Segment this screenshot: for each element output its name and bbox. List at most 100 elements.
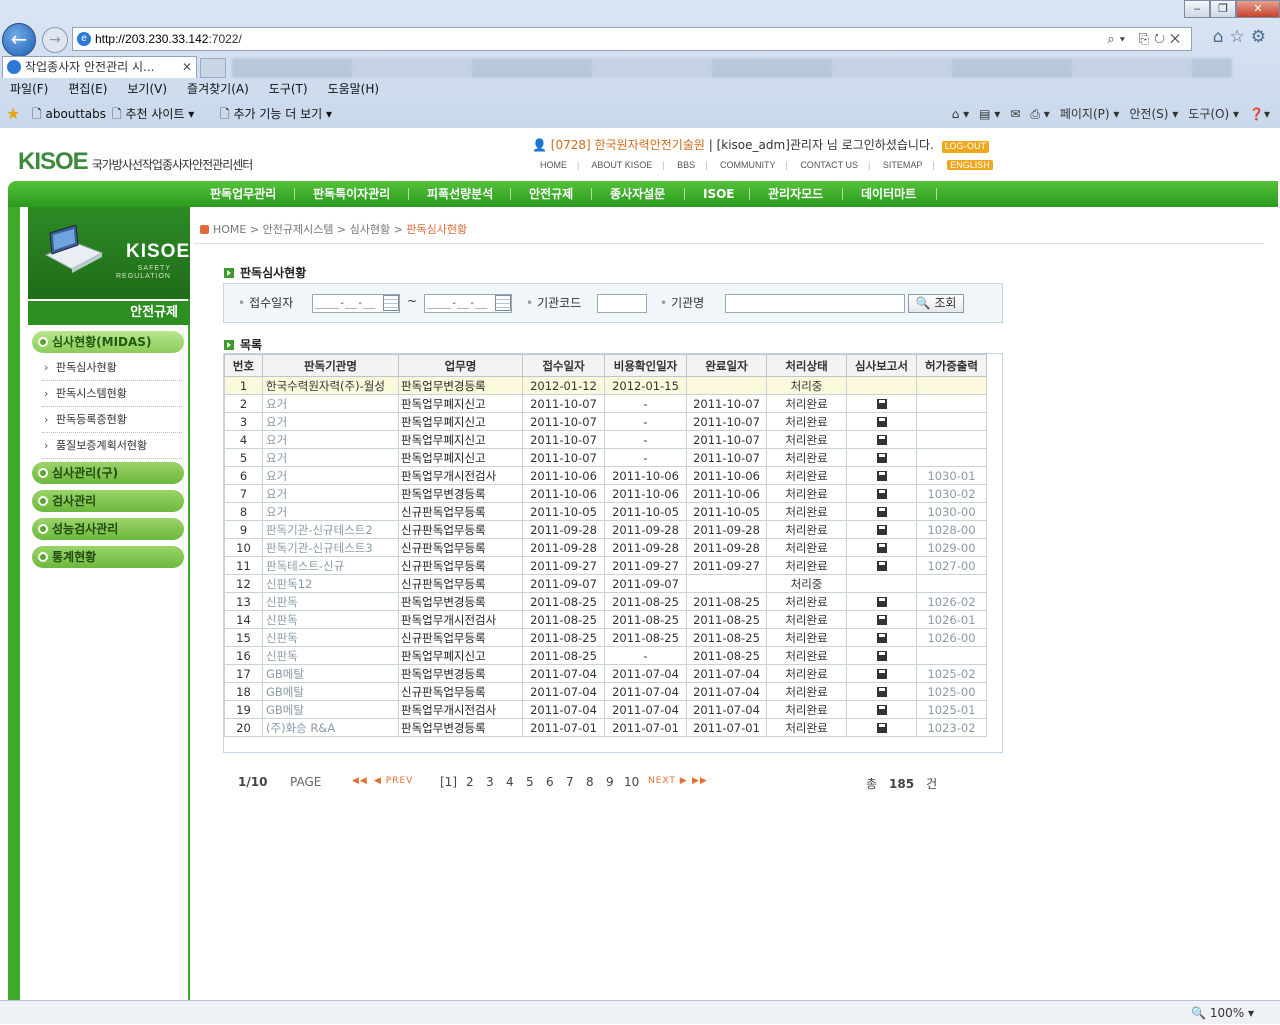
gnav-admin-mode[interactable]: 관리자모드 <box>768 181 823 207</box>
gnav-datamart[interactable]: 데이터마트 <box>861 181 916 207</box>
bc-system[interactable]: 안전규제시스템 <box>263 223 334 236</box>
table-row[interactable]: 17 GB메탈 판독업무변경등록 2011-07-04 2011-07-04 2011-0… <box>224 664 987 683</box>
page-link[interactable]: 6 <box>546 775 554 789</box>
cmd-safety[interactable]: 안전(S) ▾ <box>1129 100 1178 128</box>
cell-org[interactable]: 신판독 <box>262 628 399 647</box>
gnav-reading-special[interactable]: 판독특이자관리 <box>313 181 390 207</box>
cell-org[interactable]: GB메탈 <box>262 682 399 701</box>
cell-org[interactable]: 판독기관-신규테스트3 <box>262 538 399 557</box>
table-row[interactable]: 19 GB메탈 판독업무개시전검사 2011-07-04 2011-07-04 2011-… <box>224 700 987 719</box>
cell-org[interactable]: 신판독 <box>262 592 399 611</box>
save-report-icon[interactable] <box>876 632 887 643</box>
logout-button[interactable]: LOG-OUT <box>941 141 990 153</box>
save-report-icon[interactable] <box>876 470 887 481</box>
cell-permit[interactable]: 1023-02 <box>916 718 987 737</box>
page-link[interactable]: 4 <box>506 775 514 789</box>
cell-report[interactable] <box>846 430 917 449</box>
cell-org[interactable]: 신판독 <box>262 646 399 665</box>
link-sitemap[interactable]: SITEMAP <box>883 160 923 170</box>
save-report-icon[interactable] <box>876 560 887 571</box>
cell-org[interactable]: 요거 <box>262 502 399 521</box>
cell-report[interactable] <box>846 502 917 521</box>
lmenu-statistics[interactable]: 통계현황 <box>32 546 184 568</box>
cell-permit[interactable]: 1027-00 <box>916 556 987 575</box>
save-report-icon[interactable] <box>876 668 887 679</box>
table-row[interactable]: 8 요거 신규판독업무등록 2011-10-05 2011-10-05 2011-10-0… <box>224 502 987 521</box>
maximize-icon[interactable]: ❐ <box>1210 0 1236 18</box>
save-report-icon[interactable] <box>876 506 887 517</box>
cmd-page[interactable]: 페이지(P) ▾ <box>1060 100 1120 128</box>
cell-permit[interactable]: 1026-01 <box>916 610 987 629</box>
cell-org[interactable]: 판독테스트-신규 <box>262 556 399 575</box>
cell-report[interactable] <box>846 394 917 413</box>
cell-report[interactable] <box>846 610 917 629</box>
fav-suggested[interactable]: 🗋 추천 사이트 ▾ <box>112 100 194 128</box>
table-row[interactable]: 1 한국수력원자력(주)-월성 판독업무변경등록 2012-01-12 2012-01-… <box>224 376 987 395</box>
menu-favorites[interactable]: 즐겨찾기(A) <box>187 78 249 100</box>
cell-report[interactable] <box>846 466 917 485</box>
table-row[interactable]: 13 신판독 판독업무변경등록 2011-08-25 2011-08-25 2011-08… <box>224 592 987 611</box>
page-link[interactable]: 10 <box>624 775 639 789</box>
link-bbs[interactable]: BBS <box>677 160 695 170</box>
print-icon[interactable]: ⎙ ▾ <box>1030 100 1049 128</box>
cell-report[interactable] <box>846 646 917 665</box>
menu-file[interactable]: 파일(F) <box>10 78 48 100</box>
cell-report[interactable] <box>846 718 917 737</box>
menu-help[interactable]: 도움말(H) <box>328 78 380 100</box>
page-link[interactable]: 7 <box>566 775 574 789</box>
table-row[interactable]: 4 요거 판독업무폐지신고 2011-10-07-2011-10-07 처리완료 <box>224 430 987 449</box>
cell-report[interactable] <box>846 412 917 431</box>
save-report-icon[interactable] <box>876 452 887 463</box>
bc-home[interactable]: HOME <box>213 223 246 236</box>
other-tabs[interactable] <box>232 58 1232 78</box>
back-icon[interactable]: ← <box>2 23 36 57</box>
table-row[interactable]: 20 (주)화승 R&A 판독업무변경등록 2011-07-01 2011-07-01 2… <box>224 718 987 737</box>
link-contact[interactable]: CONTACT US <box>800 160 858 170</box>
fav-addons[interactable]: 🗋 추가 기능 더 보기 ▾ <box>220 100 332 128</box>
page-link[interactable]: 8 <box>586 775 594 789</box>
lsub-reading-cert[interactable]: › 판독등록증현황 <box>42 407 182 433</box>
calendar-icon[interactable] <box>383 295 399 311</box>
cell-org[interactable]: 신판독12 <box>262 574 399 593</box>
save-report-icon[interactable] <box>876 524 887 535</box>
link-about[interactable]: ABOUT KISOE <box>591 160 652 170</box>
address-bar[interactable]: e http://203.230.33.142:7022/ ⌕▾ ⎘↻✕ <box>72 27 1192 51</box>
cell-org[interactable]: 요거 <box>262 394 399 413</box>
lmenu-review-old[interactable]: 심사관리(구) <box>32 462 184 484</box>
table-row[interactable]: 9 판독기관-신규테스트2 신규판독업무등록 2011-09-28 2011-09-28… <box>224 520 987 539</box>
save-report-icon[interactable] <box>876 704 887 715</box>
save-report-icon[interactable] <box>876 686 887 697</box>
link-community[interactable]: COMMUNITY <box>720 160 776 170</box>
gnav-dose-analysis[interactable]: 피폭선량분석 <box>427 181 493 207</box>
cell-permit[interactable]: 1026-00 <box>916 628 987 647</box>
cell-permit[interactable]: 1025-00 <box>916 682 987 701</box>
org-name-input[interactable] <box>725 294 905 313</box>
table-row[interactable]: 15 신판독 신규판독업무등록 2011-08-25 2011-08-25 2011-08… <box>224 628 987 647</box>
cell-permit[interactable]: 1025-02 <box>916 664 987 683</box>
cell-permit[interactable]: 1030-00 <box>916 502 987 521</box>
zoom-level[interactable]: 🔍 100% ▾ <box>1191 1001 1254 1025</box>
table-row[interactable]: 11 판독테스트-신규 신규판독업무등록 2011-09-27 2011-09-27 20… <box>224 556 987 575</box>
cell-report[interactable] <box>846 592 917 611</box>
cell-report[interactable] <box>846 538 917 557</box>
table-row[interactable]: 3 요거 판독업무폐지신고 2011-10-07-2011-10-07 처리완료 <box>224 412 987 431</box>
lmenu-inspection[interactable]: 검사관리 <box>32 490 184 512</box>
home-icon[interactable]: ⌂ ▾ <box>952 100 969 128</box>
cell-permit[interactable]: 1028-00 <box>916 520 987 539</box>
page-link[interactable]: 9 <box>606 775 614 789</box>
save-report-icon[interactable] <box>876 416 887 427</box>
favorites-star-icon[interactable]: ★ <box>6 100 20 128</box>
gnav-worker-survey[interactable]: 종사자설문 <box>610 181 665 207</box>
cell-report[interactable] <box>846 520 917 539</box>
save-report-icon[interactable] <box>876 542 887 553</box>
menu-tools[interactable]: 도구(T) <box>269 78 308 100</box>
save-report-icon[interactable] <box>876 650 887 661</box>
save-report-icon[interactable] <box>876 722 887 733</box>
page-link[interactable]: [1] <box>440 775 457 789</box>
cell-report[interactable] <box>846 484 917 503</box>
save-report-icon[interactable] <box>876 398 887 409</box>
table-row[interactable]: 12 신판독12 신규판독업무등록 2011-09-07 2011-09-07 처리중 <box>224 574 987 593</box>
org-code-input[interactable] <box>597 294 647 313</box>
cell-org[interactable]: 요거 <box>262 430 399 449</box>
tab-active[interactable]: 작업종사자 안전관리 시... ✕ <box>2 56 197 78</box>
